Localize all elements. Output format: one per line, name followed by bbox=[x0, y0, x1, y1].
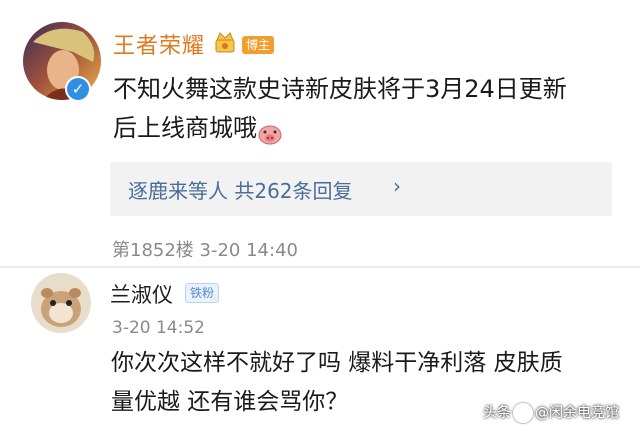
reply-author-name[interactable]: 兰淑仪 bbox=[110, 279, 173, 309]
divider bbox=[0, 266, 640, 268]
reply-text-line-1: 你次次这样不就好了吗 爆料干净利落 皮肤质 bbox=[111, 350, 563, 376]
floor-info: 第1852楼 3-20 14:40 bbox=[112, 240, 298, 261]
verified-icon: ✓ bbox=[65, 76, 91, 102]
watermark-handle: @闲余电竞馆 bbox=[535, 405, 619, 421]
reply-time: 3-20 14:52 bbox=[112, 318, 205, 338]
post-text-line-1: 不知火舞这款史诗新皮肤将于3月24日更新 bbox=[113, 75, 567, 103]
chevron-right-icon: › bbox=[393, 174, 401, 198]
post-text-line-2: 后上线商城哦 bbox=[113, 114, 257, 142]
author-badge: 博主 bbox=[242, 36, 275, 54]
watermark: 头条 @闲余电竞馆 bbox=[483, 402, 619, 423]
crown-icon bbox=[214, 30, 236, 54]
replies-summary-text[interactable]: 逐鹿来等人 共262条回复 bbox=[128, 175, 353, 204]
post-author-name[interactable]: 王者荣耀 bbox=[113, 28, 205, 60]
post-content: 不知火舞这款史诗新皮肤将于3月24日更新 后上线商城哦 bbox=[113, 70, 613, 148]
watermark-logo-icon bbox=[513, 403, 533, 423]
replies-summary[interactable]: 逐鹿来等人 共262条回复 › bbox=[110, 162, 612, 216]
reply-avatar[interactable] bbox=[31, 273, 91, 333]
fan-badge: 铁粉 bbox=[185, 283, 220, 303]
pig-emoji-icon bbox=[257, 118, 283, 145]
watermark-prefix: 头条 bbox=[483, 405, 511, 421]
